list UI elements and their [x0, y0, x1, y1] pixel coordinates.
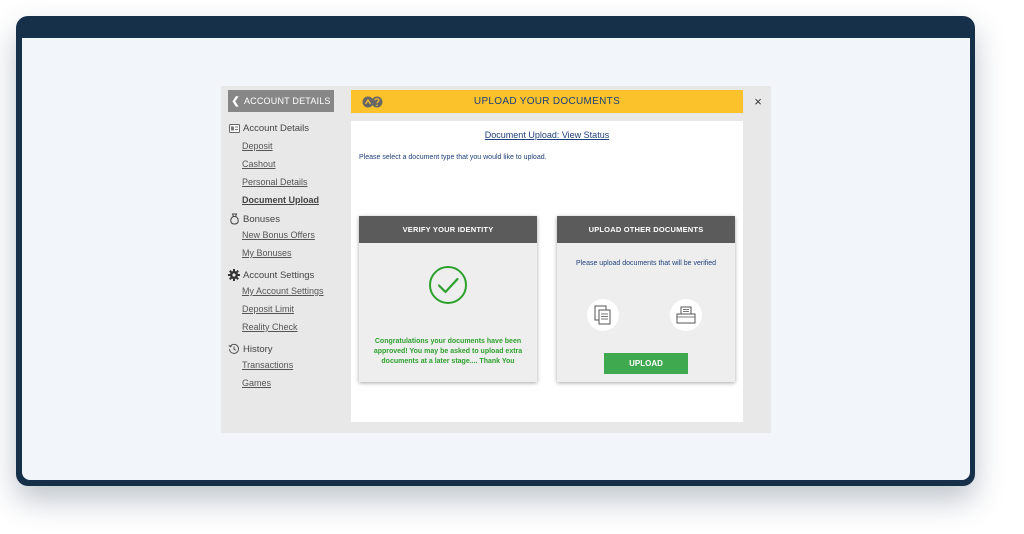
account-modal: ❮ ACCOUNT DETAILS Account Details Deposi… [221, 86, 771, 433]
section-title: Bonuses [243, 213, 280, 225]
instruction-text: Please select a document type that you w… [359, 154, 547, 161]
documents-icon[interactable] [587, 299, 619, 331]
upload-content: Document Upload: View Status Please sele… [351, 121, 743, 422]
section-heading: Bonuses [228, 212, 315, 226]
gear-icon [228, 269, 240, 281]
section-heading: Account Settings [228, 268, 324, 282]
sidebar-item-my-account-settings[interactable]: My Account Settings [242, 282, 324, 300]
history-icon [228, 343, 240, 355]
modal-title: UPLOAD YOUR DOCUMENTS [473, 96, 621, 107]
sidebar-item-personal-details[interactable]: Personal Details [242, 173, 319, 191]
sidebar: ❮ ACCOUNT DETAILS Account Details Deposi… [221, 86, 346, 433]
close-button[interactable]: × [751, 95, 765, 109]
scanner-icon[interactable] [670, 299, 702, 331]
sidebar-item-games[interactable]: Games [242, 374, 293, 392]
view-status-link[interactable]: Document Upload: View Status [351, 130, 743, 140]
sidebar-item-transactions[interactable]: Transactions [242, 356, 293, 374]
sidebar-section-account-details: Account Details Deposit Cashout Personal… [228, 121, 319, 209]
check-circle-icon [428, 265, 468, 305]
card-title: UPLOAD OTHER DOCUMENTS [557, 216, 735, 243]
sidebar-section-bonuses: Bonuses New Bonus Offers My Bonuses [228, 212, 315, 262]
money-bag-icon [228, 213, 240, 225]
sidebar-section-account-settings: Account Settings My Account Settings Dep… [228, 268, 324, 336]
sidebar-item-new-bonus-offers[interactable]: New Bonus Offers [242, 226, 315, 244]
account-details-back-button[interactable]: ❮ ACCOUNT DETAILS [228, 90, 334, 112]
sidebar-item-my-bonuses[interactable]: My Bonuses [242, 244, 315, 262]
card-subtitle: Please upload documents that will be ver… [575, 260, 717, 267]
section-heading: History [228, 342, 293, 356]
section-title: Account Settings [243, 269, 315, 281]
section-title: Account Details [243, 122, 310, 134]
help-icon[interactable] [362, 95, 384, 109]
section-title: History [243, 343, 273, 355]
sidebar-item-reality-check[interactable]: Reality Check [242, 318, 324, 336]
modal-header: UPLOAD YOUR DOCUMENTS [351, 90, 743, 113]
upload-other-documents-card: UPLOAD OTHER DOCUMENTS Please upload doc… [557, 216, 735, 382]
sidebar-item-document-upload[interactable]: Document Upload [242, 191, 319, 209]
chevron-left-icon: ❮ [231, 95, 240, 107]
back-button-label: ACCOUNT DETAILS [243, 96, 331, 106]
id-card-icon [228, 122, 240, 134]
card-title: VERIFY YOUR IDENTITY [359, 216, 537, 243]
upload-button[interactable]: UPLOAD [604, 353, 688, 374]
sidebar-item-deposit-limit[interactable]: Deposit Limit [242, 300, 324, 318]
sidebar-item-deposit[interactable]: Deposit [242, 137, 319, 155]
approval-message: Congratulations your documents have been… [373, 338, 523, 365]
sidebar-item-cashout[interactable]: Cashout [242, 155, 319, 173]
section-heading: Account Details [228, 121, 319, 135]
sidebar-section-history: History Transactions Games [228, 342, 293, 392]
verify-identity-card: VERIFY YOUR IDENTITY Congratulations you… [359, 216, 537, 382]
